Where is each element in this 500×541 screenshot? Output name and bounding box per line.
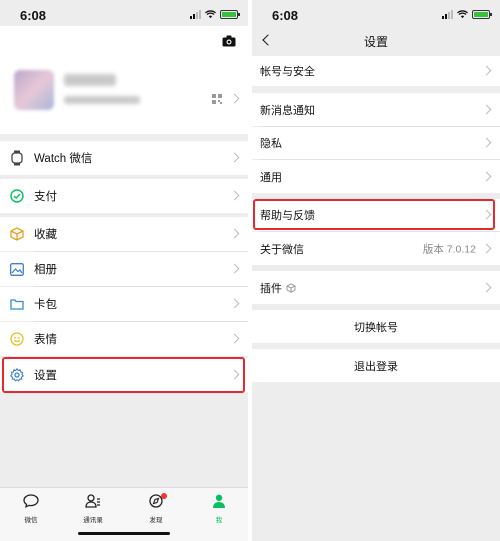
- menu-item-watch[interactable]: Watch 微信: [0, 141, 248, 175]
- chat-bubble-icon: [23, 494, 39, 508]
- tab-discover[interactable]: 发现: [136, 493, 176, 524]
- chevron-right-icon: [229, 190, 240, 201]
- chevron-right-icon: [481, 104, 492, 114]
- menu-label: 收藏: [34, 229, 57, 241]
- status-bar: 6:08: [252, 0, 500, 26]
- battery-icon: [220, 10, 240, 19]
- battery-icon: [472, 10, 492, 19]
- chevron-right-icon: [481, 282, 492, 292]
- chevron-right-icon: [229, 263, 240, 274]
- wechat-id-blurred: [64, 96, 140, 104]
- chevron-right-icon: [481, 137, 492, 148]
- tab-me[interactable]: 我: [199, 494, 239, 524]
- qr-code-icon[interactable]: [212, 94, 222, 104]
- menu-item-album[interactable]: 相册: [0, 252, 248, 286]
- page-title: 设置: [363, 35, 388, 49]
- menu-label: Watch 微信: [34, 153, 93, 165]
- menu-label: 支付: [34, 191, 57, 203]
- version-value: 版本 7.0.12: [422, 243, 476, 255]
- chevron-right-icon: [229, 93, 240, 104]
- nickname-blurred: [64, 74, 116, 86]
- menu-item-pay[interactable]: 支付: [0, 179, 248, 213]
- person-icon: [213, 494, 225, 508]
- album-icon: [8, 260, 26, 278]
- plugin-cube-icon: [286, 282, 296, 293]
- menu-item-card-wallet[interactable]: 卡包: [0, 287, 248, 321]
- settings-highlight-box: [2, 357, 245, 393]
- settings-item-new-message-notifications[interactable]: 新消息通知: [252, 93, 500, 126]
- settings-item-plugins[interactable]: 插件: [252, 271, 500, 304]
- chevron-right-icon: [229, 152, 240, 163]
- watch-icon: [8, 149, 26, 167]
- tab-chats[interactable]: 微信: [11, 494, 51, 524]
- favorites-icon: [8, 225, 26, 243]
- home-indicator: [78, 532, 170, 535]
- camera-icon[interactable]: [222, 35, 236, 47]
- status-time: 6:08: [20, 8, 47, 23]
- chevron-right-icon: [229, 298, 240, 309]
- me-screen: 6:08 Watch 微信 支付 收藏 相册 卡包 表情 设置 微信 通讯录 发…: [0, 0, 248, 541]
- avatar[interactable]: [14, 70, 54, 110]
- help-feedback-highlight-box: [253, 199, 495, 230]
- menu-label: 卡包: [34, 299, 57, 311]
- chevron-right-icon: [481, 243, 492, 253]
- status-icons: [442, 10, 492, 19]
- menu-item-stickers[interactable]: 表情: [0, 322, 248, 356]
- chevron-right-icon: [229, 228, 240, 239]
- signal-icon: [190, 10, 201, 19]
- wifi-icon: [457, 10, 468, 19]
- notification-dot: [161, 493, 167, 499]
- menu-item-favorites[interactable]: 收藏: [0, 217, 248, 251]
- profile-card[interactable]: [0, 26, 248, 134]
- card-wallet-icon: [8, 295, 26, 313]
- menu-label: 相册: [34, 264, 57, 276]
- contacts-icon: [85, 494, 100, 508]
- logout-button[interactable]: 退出登录: [252, 349, 500, 382]
- sticker-icon: [8, 330, 26, 348]
- settings-item-general[interactable]: 通用: [252, 160, 500, 193]
- chevron-right-icon: [481, 65, 492, 76]
- signal-icon: [442, 10, 453, 19]
- settings-item-privacy[interactable]: 隐私: [252, 127, 500, 159]
- switch-account-button[interactable]: 切换帐号: [252, 310, 500, 343]
- chevron-right-icon: [229, 333, 240, 344]
- wifi-icon: [205, 10, 216, 19]
- settings-screen: 6:08 设置 帐号与安全 新消息通知 隐私 通用 帮助与反馈 关于微信 版本 …: [252, 0, 500, 541]
- menu-label: 表情: [34, 334, 57, 346]
- nav-bar: 设置: [252, 26, 500, 54]
- tab-contacts[interactable]: 通讯录: [73, 494, 113, 524]
- settings-item-account-security[interactable]: 帐号与安全: [252, 56, 500, 86]
- status-time: 6:08: [272, 8, 299, 23]
- status-icons: [190, 10, 240, 19]
- chevron-right-icon: [481, 171, 492, 181]
- settings-item-about-wechat[interactable]: 关于微信 版本 7.0.12: [252, 232, 500, 265]
- status-bar: 6:08: [0, 0, 248, 26]
- pay-icon: [8, 187, 26, 205]
